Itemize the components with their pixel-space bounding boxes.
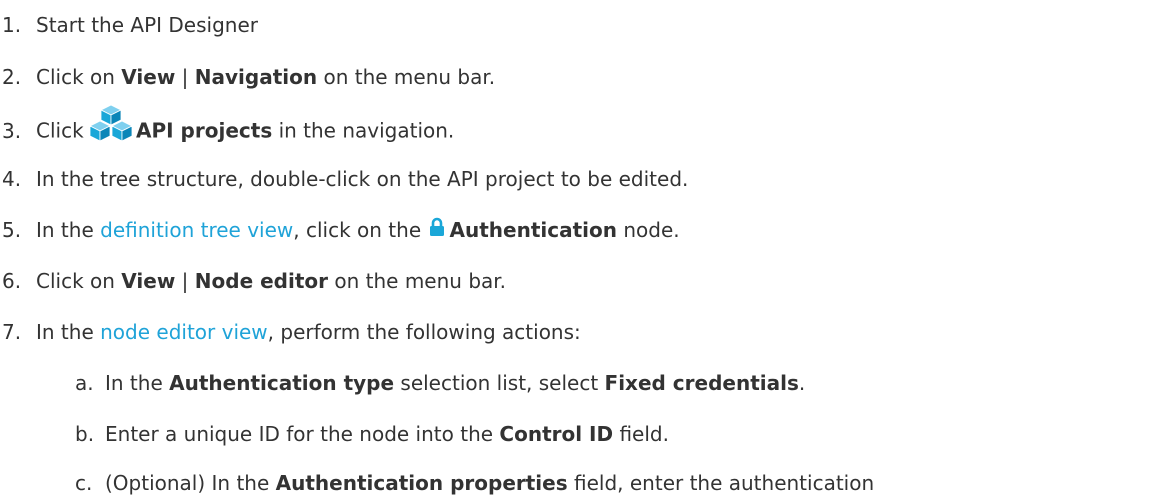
substep-c: c. (Optional) In the Authentication prope… [75, 471, 875, 495]
substep-letter: b. [75, 422, 95, 446]
step-number: 2. [2, 65, 22, 89]
field-name: Authentication type [169, 371, 395, 395]
field-name: Authentication properties [275, 471, 568, 495]
menu-item-name: Node editor [194, 269, 329, 293]
step-5: 5. In the definition tree view, click on … [2, 217, 680, 243]
step-4: 4. In the tree structure, double-click on… [2, 167, 689, 191]
substep-letter: a. [75, 371, 94, 395]
step-6: 6. Click on View | Node editor on the men… [2, 269, 507, 293]
step-1: 1. Start the API Designer [2, 13, 258, 37]
menu-name: View [121, 269, 176, 293]
api-projects-label: API projects [136, 118, 273, 143]
option-name: Fixed credentials [604, 371, 799, 395]
step-number: 7. [2, 320, 22, 344]
cubes-icon [88, 103, 134, 149]
step-3: 3. Click API projects in the navigation. [0, 104, 454, 149]
step-number: 5. [2, 218, 22, 242]
field-name: Control ID [499, 422, 614, 446]
step-number: 1. [2, 13, 22, 37]
lock-icon [429, 217, 445, 243]
step-number: 6. [2, 269, 22, 293]
menu-name: View [121, 65, 176, 89]
authentication-label: Authentication [449, 218, 617, 242]
node-editor-view-link[interactable]: node editor view [100, 320, 268, 344]
step-number: 4. [2, 167, 22, 191]
step-number: 3. [2, 118, 22, 143]
step-2: 2. Click on View | Navigation on the menu… [2, 65, 496, 89]
substep-letter: c. [75, 471, 93, 495]
substep-b: b. Enter a unique ID for the node into th… [75, 422, 669, 446]
step-7: 7. In the node editor view, perform the f… [2, 320, 581, 344]
definition-tree-view-link[interactable]: definition tree view [100, 218, 293, 242]
menu-item-name: Navigation [194, 65, 318, 89]
substep-a: a. In the Authentication type selection l… [75, 371, 806, 395]
